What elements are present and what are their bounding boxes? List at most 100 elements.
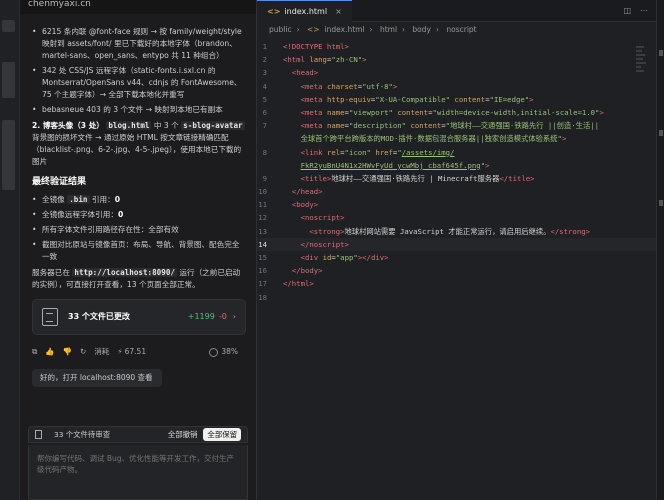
close-icon[interactable]: × bbox=[335, 7, 342, 16]
chat-title: chenmyaxi.cn bbox=[20, 0, 256, 14]
usage-label: 消耗 bbox=[94, 347, 110, 356]
code-text: 地球村——交通强国·铁路先行 ||创造·生活|| bbox=[450, 121, 600, 131]
line-number: 8 bbox=[262, 147, 267, 157]
code-line: 9 <title>地球村——交通强国·铁路先行 | Minecraft服务器</… bbox=[257, 172, 656, 185]
chevron-right-icon: › bbox=[232, 312, 236, 321]
line-number: 6 bbox=[262, 107, 267, 117]
line-number: 7 bbox=[262, 121, 267, 131]
breadcrumb-item[interactable]: index.html bbox=[325, 25, 365, 34]
code-line: 13 <strong>地球村网站需要 JavaScript 才能正常运行，请启用… bbox=[257, 225, 656, 238]
inline-code: blog.html bbox=[106, 121, 152, 130]
code-line: 3 <head> bbox=[257, 66, 656, 79]
server-text: 服务器已在 bbox=[32, 268, 73, 277]
chevron-right-icon: › bbox=[296, 25, 300, 34]
rail-item[interactable] bbox=[2, 20, 15, 32]
more-icon[interactable]: ⋯ bbox=[640, 6, 648, 15]
editor-tabs: <> index.html × ◫ ⋯ bbox=[257, 0, 656, 22]
file-icon bbox=[42, 308, 58, 326]
code-line: 2 <html lang="zh-CN"> bbox=[257, 53, 656, 66]
panel-marker bbox=[659, 50, 663, 56]
breadcrumb-item[interactable]: body bbox=[412, 25, 431, 34]
rail-item[interactable] bbox=[2, 120, 15, 190]
changed-files-card[interactable]: 33 个文件已更改 +1199 -0 › bbox=[32, 299, 246, 335]
line-number: 15 bbox=[258, 253, 267, 262]
code-text: app bbox=[340, 253, 354, 262]
line-number: 13 bbox=[258, 226, 267, 236]
verify-text: 全镜像 bbox=[42, 195, 68, 204]
bullet-list: 6215 条内联 @font-face 规则 → 按 family/weight… bbox=[32, 26, 246, 116]
server-url-link[interactable]: http://localhost:8090/ bbox=[72, 268, 177, 277]
tab-index-html[interactable]: <> index.html × bbox=[257, 0, 352, 22]
progress-ring-icon bbox=[209, 347, 219, 357]
refresh-icon[interactable]: ↻ bbox=[80, 346, 86, 358]
section-title: 2. 博客头像（3 处） bbox=[32, 121, 104, 130]
code-line: 7 <meta name="description" content="地球村—… bbox=[257, 119, 656, 132]
bolt-icon: ⚡ bbox=[117, 347, 123, 356]
code-line: 4 <meta charset="utf-8"> bbox=[257, 80, 656, 93]
code-link[interactable]: FkR2yuBnU4N1x2HWvFyUd_ycwMbj_cbaf645f.pn… bbox=[301, 161, 481, 170]
suggested-reply[interactable]: 好的，打开 localhost:8090 查看 bbox=[32, 369, 162, 387]
split-icon[interactable]: ◫ bbox=[623, 6, 631, 15]
line-number: 5 bbox=[262, 94, 267, 104]
chat-message: 6215 条内联 @font-face 规则 → 按 family/weight… bbox=[20, 26, 256, 387]
code-link[interactable]: /assets/img/ bbox=[402, 148, 455, 157]
context-percent: 38% bbox=[221, 347, 238, 356]
chat-input[interactable] bbox=[29, 445, 247, 485]
list-item: 全镜像 .bin 引用：0 bbox=[32, 194, 246, 206]
code-text: IE=edge bbox=[494, 94, 525, 104]
line-number: 9 bbox=[262, 173, 267, 183]
verify-text: 全镜像远程字体引用： bbox=[42, 210, 118, 219]
thumbs-up-icon[interactable]: 👍 bbox=[45, 346, 54, 358]
breadcrumb-item[interactable]: public bbox=[269, 25, 292, 34]
activity-rail bbox=[0, 0, 20, 500]
breadcrumb-item[interactable]: noscript bbox=[446, 25, 476, 34]
line-number: 4 bbox=[262, 81, 267, 91]
chevron-right-icon: › bbox=[435, 25, 439, 34]
line-number: 2 bbox=[262, 55, 267, 65]
code-line: 12 <noscript> bbox=[257, 211, 656, 224]
rail-item[interactable] bbox=[2, 62, 15, 98]
code-line-active: 14 </noscript> bbox=[257, 237, 656, 251]
keep-all-button[interactable]: 全部保留 bbox=[203, 428, 241, 441]
code-text: 地球村——交通强国·铁路先行 | Minecraft服务器 bbox=[331, 173, 500, 183]
deletions-count: -0 bbox=[218, 312, 227, 321]
line-number: 3 bbox=[262, 68, 267, 78]
code-area[interactable]: 1 <!DOCTYPE html> 2 <html lang="zh-CN"> 3 … bbox=[257, 40, 656, 304]
code-line: 5 <meta http-equiv="X-UA-Compatible" con… bbox=[257, 93, 656, 106]
code-line: 全球首个跨平台跨版本的MOD·插件·数据包混合服务器||独家创造模式体验系统" > bbox=[257, 132, 656, 145]
list-item: 342 处 CSS/JS 远程字体（static-fonts.i.sxl.cn … bbox=[32, 65, 246, 101]
line-number bbox=[257, 132, 283, 145]
verify-list: 全镜像 .bin 引用：0 全镜像远程字体引用：0 所有字体文件引用路径存在性：… bbox=[32, 194, 246, 263]
code-text: X-UA-Compatible bbox=[379, 94, 446, 104]
code-line: 6 <meta name="viewport" content="width=d… bbox=[257, 106, 656, 119]
undo-all-button[interactable]: 全部撤销 bbox=[168, 429, 198, 440]
code-line: 18 bbox=[257, 291, 656, 304]
code-text: zh-CN bbox=[335, 55, 358, 65]
thumbs-down-icon[interactable]: 👎 bbox=[63, 346, 72, 358]
copy-icon[interactable]: ⧉ bbox=[32, 346, 37, 358]
line-number: 12 bbox=[258, 213, 267, 223]
code-text: <!DOCTYPE html> bbox=[283, 42, 349, 51]
code-line: 11 <body> bbox=[257, 198, 656, 211]
server-note: 服务器已在 http://localhost:8090/ 运行（之前已启动的实例… bbox=[32, 267, 246, 291]
minimap[interactable] bbox=[636, 46, 646, 196]
inline-code: s-blog-avatar bbox=[181, 121, 245, 130]
composer bbox=[28, 445, 248, 500]
additions-count: +1199 bbox=[187, 312, 215, 321]
verify-text: 引用： bbox=[89, 195, 115, 204]
code-editor: <> index.html × ◫ ⋯ public › <> index.html… bbox=[256, 0, 656, 500]
breadcrumb-item[interactable]: html bbox=[380, 25, 397, 34]
code-text: width=device-width,initial-scale=1.0 bbox=[436, 107, 596, 117]
verify-count: 0 bbox=[114, 195, 120, 204]
document-icon bbox=[35, 430, 42, 439]
tokens-value: 67.51 bbox=[124, 347, 147, 356]
line-number bbox=[257, 159, 283, 172]
code-text: description bbox=[353, 121, 402, 131]
list-item: 截图对比原站与镜像首页：布局、导航、背景图、配色完全一致 bbox=[32, 239, 246, 263]
section-avatar: 2. 博客头像（3 处） blog.html 中 3 个 s-blog-avat… bbox=[32, 120, 246, 168]
chat-panel: chenmyaxi.cn 6215 条内联 @font-face 规则 → 按 … bbox=[20, 0, 256, 500]
line-number: 18 bbox=[258, 292, 267, 302]
line-number: 16 bbox=[258, 266, 267, 276]
code-text: utf-8 bbox=[366, 81, 389, 91]
code-text: 全球首个跨平台跨版本的MOD·插件·数据包混合服务器||独家创造模式体验系统 bbox=[300, 134, 558, 144]
